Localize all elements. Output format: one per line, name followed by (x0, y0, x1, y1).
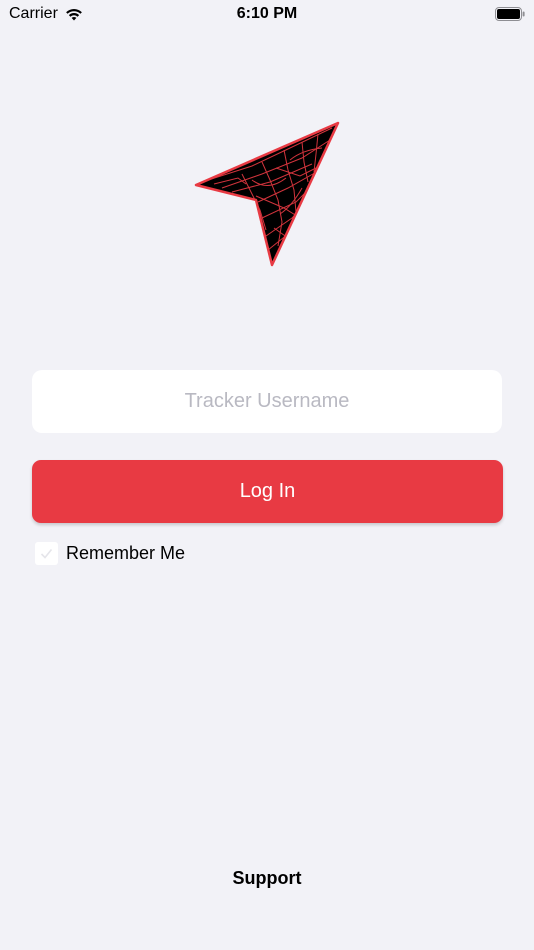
checkmark-icon (40, 548, 53, 559)
tracker-username-input[interactable] (32, 370, 502, 433)
status-time: 6:10 PM (236, 5, 298, 22)
status-bar: Carrier 6:10 PM (0, 0, 534, 30)
remember-me-row: Remember Me (35, 540, 185, 566)
remember-me-label: Remember Me (66, 542, 186, 563)
log-in-button[interactable]: Log In (32, 460, 503, 523)
battery-full-icon (495, 7, 525, 21)
support-link[interactable]: Support (0, 868, 534, 889)
remember-me-checkbox[interactable] (35, 541, 58, 565)
navigation-arrow-map-icon (194, 121, 340, 267)
